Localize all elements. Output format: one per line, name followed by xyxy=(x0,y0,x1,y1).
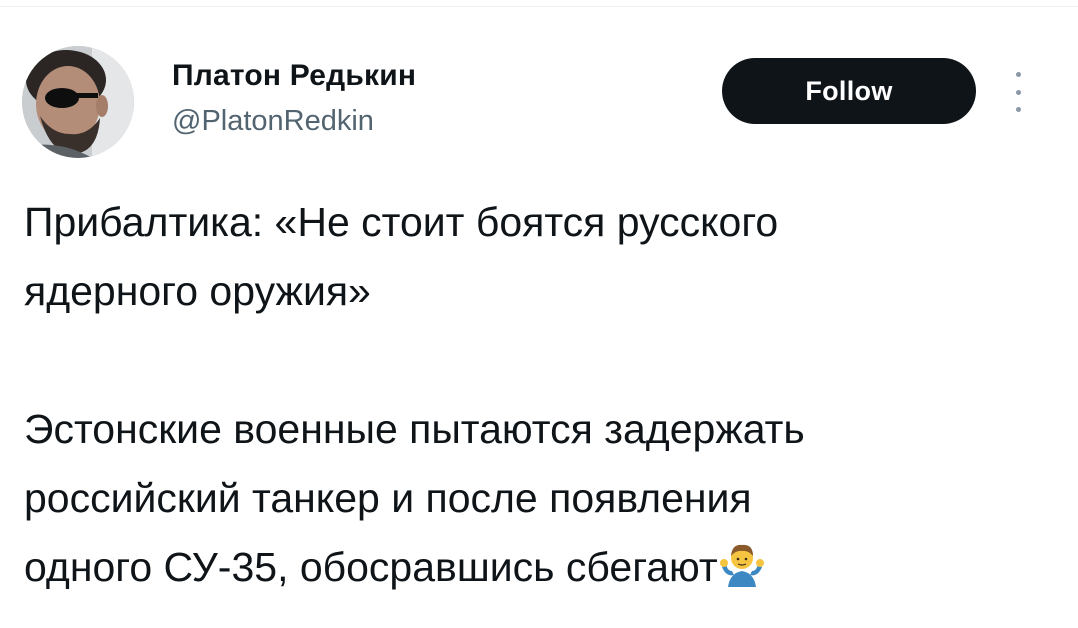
more-dot xyxy=(1015,107,1021,112)
follow-button[interactable]: Follow xyxy=(722,58,976,124)
more-dot xyxy=(1015,72,1021,77)
more-vertical-icon[interactable] xyxy=(1006,72,1030,112)
author-handle[interactable]: @PlatonRedkin xyxy=(172,104,374,138)
tweet-text: Прибалтика: «Не стоит боятся русского яд… xyxy=(24,188,1064,602)
avatar-photo-icon xyxy=(22,46,134,158)
tweet-card: Платон Редькин @PlatonRedkin Follow Приб… xyxy=(0,0,1078,628)
tweet-line: ядерного оружия» xyxy=(24,268,371,314)
tweet-line: российский танкер и после появления xyxy=(24,475,752,521)
more-dot xyxy=(1015,89,1021,95)
tweet-line: Эстонские военные пытаются задержать xyxy=(24,406,805,452)
avatar[interactable] xyxy=(22,46,134,158)
tweet-line: одного СУ-35, обосравшись сбегают xyxy=(24,544,718,590)
tweet-line: Прибалтика: «Не стоит боятся русского xyxy=(24,199,779,245)
shrug-emoji-icon xyxy=(719,539,764,587)
author-name[interactable]: Платон Редькин xyxy=(172,58,416,94)
